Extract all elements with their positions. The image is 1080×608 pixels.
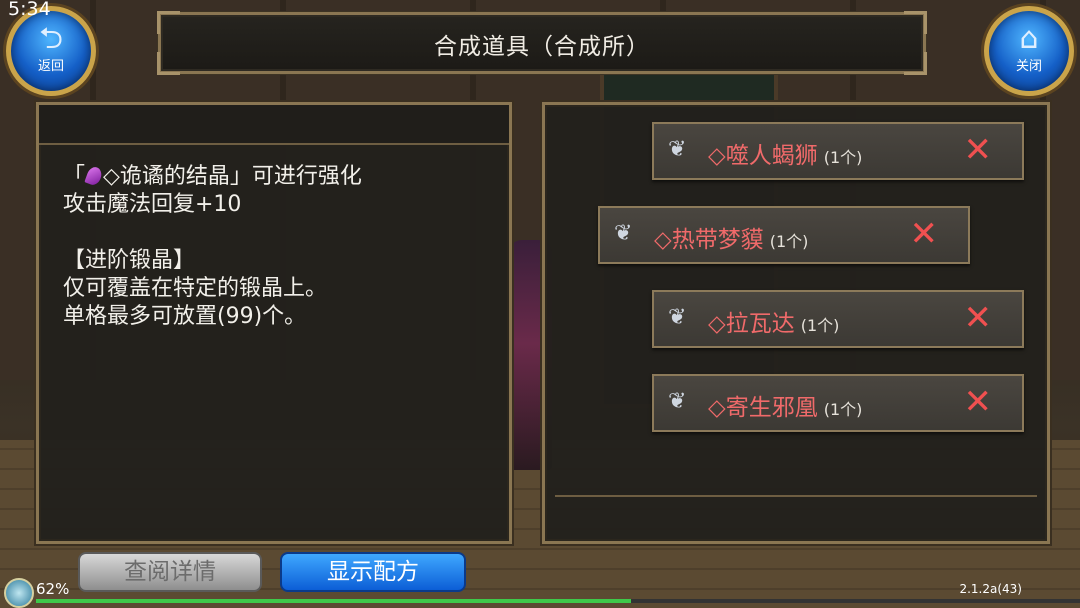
material-name: ◇噬人蝎狮 (1个) — [708, 143, 863, 169]
material-qty: (1个) — [769, 232, 809, 251]
item-info-panel: 「 ◇诡谲的结晶」可进行强化 攻击魔法回复+10 【进阶锻晶】 仅可覆盖在特定的锻… — [36, 102, 512, 544]
remove-x-icon[interactable]: ✕ — [964, 300, 993, 336]
battery-percent: 62% — [36, 580, 70, 598]
feather-icon: ❦ — [668, 305, 687, 330]
info-line-1-text: ◇诡谲的结晶」可进行强化 — [103, 164, 362, 189]
remove-x-icon[interactable]: ✕ — [964, 132, 993, 168]
panel-divider — [555, 495, 1037, 497]
info-line-6: 单格最多可放置(99)个。 — [63, 304, 307, 329]
item-description: 「 ◇诡谲的结晶」可进行强化 攻击魔法回复+10 【进阶锻晶】 仅可覆盖在特定的锻… — [63, 163, 493, 331]
material-name: ◇拉瓦达 (1个) — [708, 311, 840, 337]
feather-icon: ❦ — [614, 221, 633, 246]
material-slot[interactable]: ❦ ◇拉瓦达 (1个) ✕ — [652, 290, 1024, 348]
material-name: ◇寄生邪凰 (1个) — [708, 395, 863, 421]
material-qty: (1个) — [823, 400, 863, 419]
home-icon: ⌂ — [1019, 21, 1039, 56]
version-label: 2.1.2a(43) — [959, 582, 1022, 596]
remove-x-icon[interactable]: ✕ — [910, 216, 939, 252]
back-arrow-icon: ⮌ — [38, 21, 64, 56]
material-slot[interactable]: ❦ ◇噬人蝎狮 (1个) ✕ — [652, 122, 1024, 180]
info-line-1: 「 ◇诡谲的结晶」可进行强化 — [63, 163, 493, 191]
close-button-label: 关闭 — [1015, 59, 1042, 74]
info-line-3 — [63, 219, 493, 247]
feather-icon: ❦ — [668, 389, 687, 414]
feather-icon: ❦ — [668, 137, 687, 162]
view-details-button[interactable]: 查阅详情 — [78, 552, 262, 592]
crystal-icon — [84, 165, 104, 187]
remove-x-icon[interactable]: ✕ — [964, 384, 993, 420]
info-panel-header — [39, 105, 509, 145]
material-name: ◇热带梦貘 (1个) — [654, 227, 809, 253]
battery-icon — [4, 578, 34, 608]
show-recipe-button[interactable]: 显示配方 — [280, 552, 466, 592]
info-line-4: 【进阶锻晶】 — [63, 248, 196, 273]
material-slot[interactable]: ❦ ◇寄生邪凰 (1个) ✕ — [652, 374, 1024, 432]
status-clock: 5:34 — [8, 0, 51, 20]
close-button[interactable]: ⌂ 关闭 — [984, 6, 1074, 96]
title-bar: 合成道具（合成所） — [157, 11, 927, 75]
material-qty: (1个) — [800, 316, 840, 335]
material-qty: (1个) — [823, 148, 863, 167]
page-title: 合成道具（合成所） — [434, 34, 650, 60]
info-line-5: 仅可覆盖在特定的锻晶上。 — [63, 276, 328, 301]
back-button-label: 返回 — [37, 59, 64, 74]
material-slot[interactable]: ❦ ◇热带梦貘 (1个) ✕ — [598, 206, 970, 264]
progress-fill — [36, 599, 632, 603]
info-line-1-prefix: 「 — [63, 164, 86, 189]
loading-progress-bar — [36, 599, 1080, 603]
info-line-2: 攻击魔法回复+10 — [63, 192, 242, 217]
